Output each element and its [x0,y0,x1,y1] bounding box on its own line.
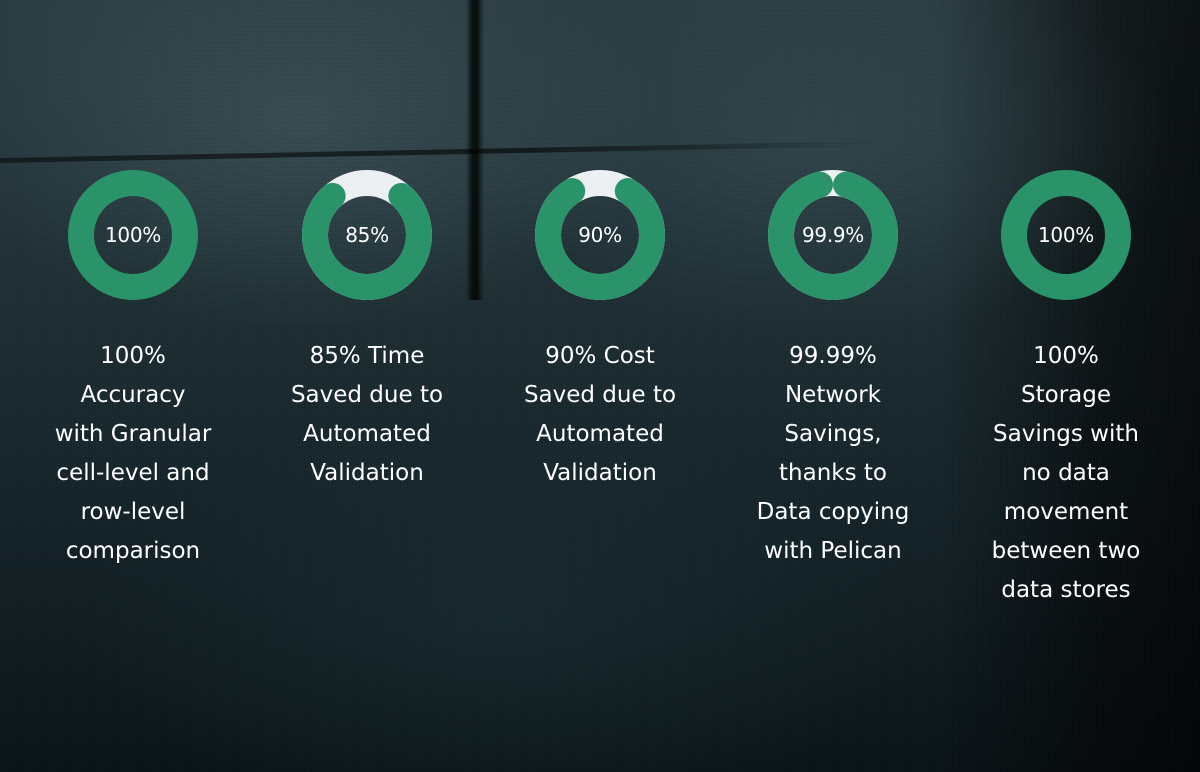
stat-card-storage-savings: 100% 100% Storage Savings with no data m… [966,170,1166,610]
stat-card-network-savings: 99.9% 99.99% Network Savings, thanks to … [733,170,933,571]
donut-center-label: 90% [578,223,622,247]
stat-caption: 100% Accuracy with Granular cell-level a… [54,343,212,564]
stat-card-time-saved: 85% 85% Time Saved due to Automated Vali… [267,170,467,493]
stats-row: 100% 100% Accuracy with Granular cell-le… [0,0,1200,772]
donut-center-label: 100% [105,223,161,247]
stat-card-accuracy: 100% 100% Accuracy with Granular cell-le… [33,170,233,571]
donut-center-label: 85% [345,223,389,247]
stat-caption: 100% Storage Savings with no data moveme… [991,343,1141,603]
donut-center-label: 99.9% [801,223,865,247]
stat-caption: 85% Time Saved due to Automated Validati… [290,343,444,486]
stat-caption: 90% Cost Saved due to Automated Validati… [523,343,677,486]
donut-chart: 100% [68,170,198,300]
stat-card-cost-saved: 90% 90% Cost Saved due to Automated Vali… [500,170,700,493]
donut-chart: 100% [1001,170,1131,300]
donut-chart: 85% [302,170,432,300]
donut-chart: 99.9% [768,170,898,300]
stat-caption: 99.99% Network Savings, thanks to Data c… [756,343,910,564]
donut-chart: 90% [535,170,665,300]
donut-center-label: 100% [1038,223,1094,247]
